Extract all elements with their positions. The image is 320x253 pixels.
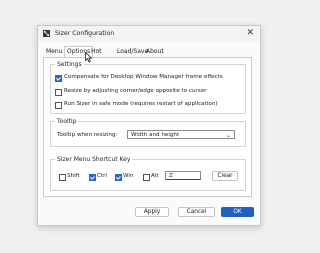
title-bar[interactable]: Sizer Configuration ✕ — [38, 26, 260, 42]
shift-checkbox[interactable] — [59, 174, 66, 181]
settings-group: Settings Compensate for Desktop Window M… — [50, 61, 246, 114]
tooltip-when-resizing-label: Tooltip when resizing: — [57, 132, 118, 138]
tooltip-select-value: Width and height — [131, 132, 180, 138]
mouse-pointer-icon — [85, 52, 93, 63]
sizer-app-icon — [43, 30, 50, 37]
ok-button[interactable]: OK — [221, 207, 254, 217]
tooltip-group: Tooltip Tooltip when resizing: Width and… — [50, 118, 246, 147]
tooltip-select[interactable]: Width and height ⌄ — [127, 130, 235, 139]
alt-checkbox[interactable] — [143, 174, 150, 181]
cancel-button[interactable]: Cancel — [178, 207, 215, 217]
win-checkbox[interactable] — [115, 174, 122, 181]
options-panel: Settings Compensate for Desktop Window M… — [43, 57, 252, 197]
alt-label: Alt — [151, 173, 159, 179]
safe-mode-checkbox[interactable] — [55, 102, 62, 109]
chevron-down-icon: ⌄ — [225, 132, 231, 139]
resize-opposite-checkbox[interactable] — [55, 89, 62, 96]
tab-menu[interactable]: Menu — [44, 47, 64, 57]
shift-label: Shift — [67, 173, 80, 179]
tab-about[interactable]: About — [144, 47, 166, 57]
apply-button[interactable]: Apply — [135, 207, 169, 217]
compensate-dwm-label: Compensate for Desktop Window Manager fr… — [64, 74, 223, 80]
ctrl-label: Ctrl — [97, 173, 107, 179]
win-label: Win — [123, 173, 134, 179]
compensate-dwm-checkbox[interactable] — [55, 75, 62, 82]
resize-opposite-label: Resize by adjusting corner/edge opposite… — [64, 88, 207, 94]
close-icon[interactable]: ✕ — [246, 28, 254, 38]
clear-button[interactable]: Clear — [212, 171, 238, 181]
sizer-configuration-window: Sizer Configuration ✕ Menu Options Hot K… — [37, 25, 261, 226]
shortcut-key-group: Sizer Menu Shortcut Key Shift Ctrl Win A… — [50, 156, 246, 191]
safe-mode-label: Run Sizer in safe mode (requires restart… — [64, 101, 218, 107]
window-title: Sizer Configuration — [55, 30, 115, 37]
tooltip-group-title: Tooltip — [55, 118, 79, 125]
shortcut-key-input[interactable]: Z — [165, 171, 201, 180]
ctrl-checkbox[interactable] — [89, 174, 96, 181]
settings-group-title: Settings — [55, 61, 84, 68]
shortcut-key-group-title: Sizer Menu Shortcut Key — [55, 156, 133, 163]
